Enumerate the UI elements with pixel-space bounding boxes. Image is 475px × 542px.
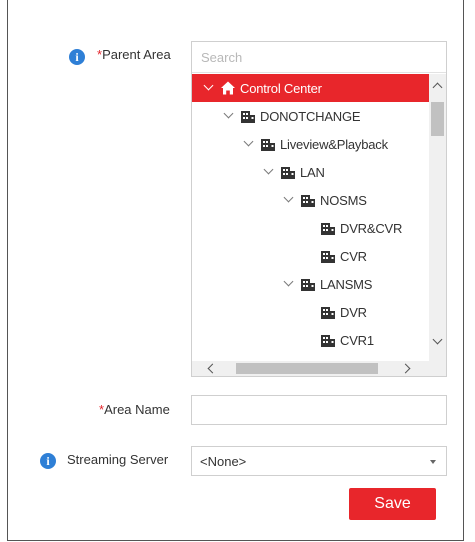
tree-node-lan[interactable]: LAN xyxy=(192,158,429,186)
info-icon[interactable]: i xyxy=(69,49,85,65)
building-icon xyxy=(301,195,315,207)
building-icon xyxy=(281,167,295,179)
tree-node-label: LANSMS xyxy=(320,276,373,292)
chevron-down-icon[interactable] xyxy=(242,137,256,151)
tree-node-dvr-cvr[interactable]: DVR&CVR xyxy=(192,214,429,242)
streaming-server-select[interactable]: <None> xyxy=(191,446,447,476)
streaming-server-label: Streaming Server xyxy=(67,452,169,467)
scroll-down-icon[interactable] xyxy=(431,336,444,350)
building-icon xyxy=(241,111,255,123)
tree-node-label: CVR1 xyxy=(340,332,374,348)
tree-node-label: DVR&CVR xyxy=(340,220,403,236)
tree-node-label: Control Center xyxy=(240,80,322,96)
tree-node-label: NOSMS xyxy=(320,192,367,208)
scroll-up-icon[interactable] xyxy=(431,80,444,94)
tree-node-label: DONOTCHANGE xyxy=(260,108,361,124)
tree-node-label: Liveview&Playback xyxy=(280,136,388,152)
building-icon xyxy=(321,251,335,263)
tree-node-label: CVR xyxy=(340,248,367,264)
area-name-input[interactable] xyxy=(191,395,447,425)
dropdown-caret-icon xyxy=(430,460,436,464)
info-icon[interactable]: i xyxy=(40,453,56,469)
chevron-down-icon[interactable] xyxy=(222,109,236,123)
chevron-down-icon[interactable] xyxy=(282,193,296,207)
tree-node-dvr[interactable]: DVR xyxy=(192,298,429,326)
tree-list: Control Center DONOTCHANGE Liveview&Play… xyxy=(192,74,429,361)
parent-area-tree: Control Center DONOTCHANGE Liveview&Play… xyxy=(191,41,447,377)
building-icon xyxy=(321,223,335,235)
tree-node-label: DVR xyxy=(340,304,367,320)
tree-node-donotchange[interactable]: DONOTCHANGE xyxy=(192,102,429,130)
tree-node-label: LAN xyxy=(300,164,325,180)
horizontal-scroll-thumb[interactable] xyxy=(236,363,378,374)
chevron-down-icon[interactable] xyxy=(262,165,276,179)
streaming-server-value: <None> xyxy=(200,453,247,469)
tree-node-nosms[interactable]: NOSMS xyxy=(192,186,429,214)
area-name-label-text: Area Name xyxy=(104,402,170,417)
building-icon xyxy=(301,279,315,291)
home-icon xyxy=(221,81,235,95)
parent-area-label-text: Parent Area xyxy=(102,47,171,62)
scroll-right-icon[interactable] xyxy=(400,362,414,375)
building-icon xyxy=(321,335,335,347)
area-name-label: *Area Name xyxy=(99,402,170,417)
scroll-left-icon[interactable] xyxy=(204,362,218,375)
building-icon xyxy=(321,307,335,319)
tree-node-control-center[interactable]: Control Center xyxy=(192,74,429,102)
tree-node-cvr1[interactable]: CVR1 xyxy=(192,326,429,354)
horizontal-scrollbar[interactable] xyxy=(192,361,429,376)
chevron-down-icon[interactable] xyxy=(202,81,216,95)
chevron-down-icon[interactable] xyxy=(282,277,296,291)
scrollbar-corner xyxy=(429,361,446,376)
tree-node-cvr[interactable]: CVR xyxy=(192,242,429,270)
parent-area-label: *Parent Area xyxy=(97,47,171,62)
vertical-scrollbar[interactable] xyxy=(429,74,446,361)
tree-search-input[interactable] xyxy=(192,42,446,73)
building-icon xyxy=(261,139,275,151)
vertical-scroll-thumb[interactable] xyxy=(431,102,444,136)
tree-node-liveview-playback[interactable]: Liveview&Playback xyxy=(192,130,429,158)
save-button[interactable]: Save xyxy=(349,488,436,520)
tree-node-lansms[interactable]: LANSMS xyxy=(192,270,429,298)
